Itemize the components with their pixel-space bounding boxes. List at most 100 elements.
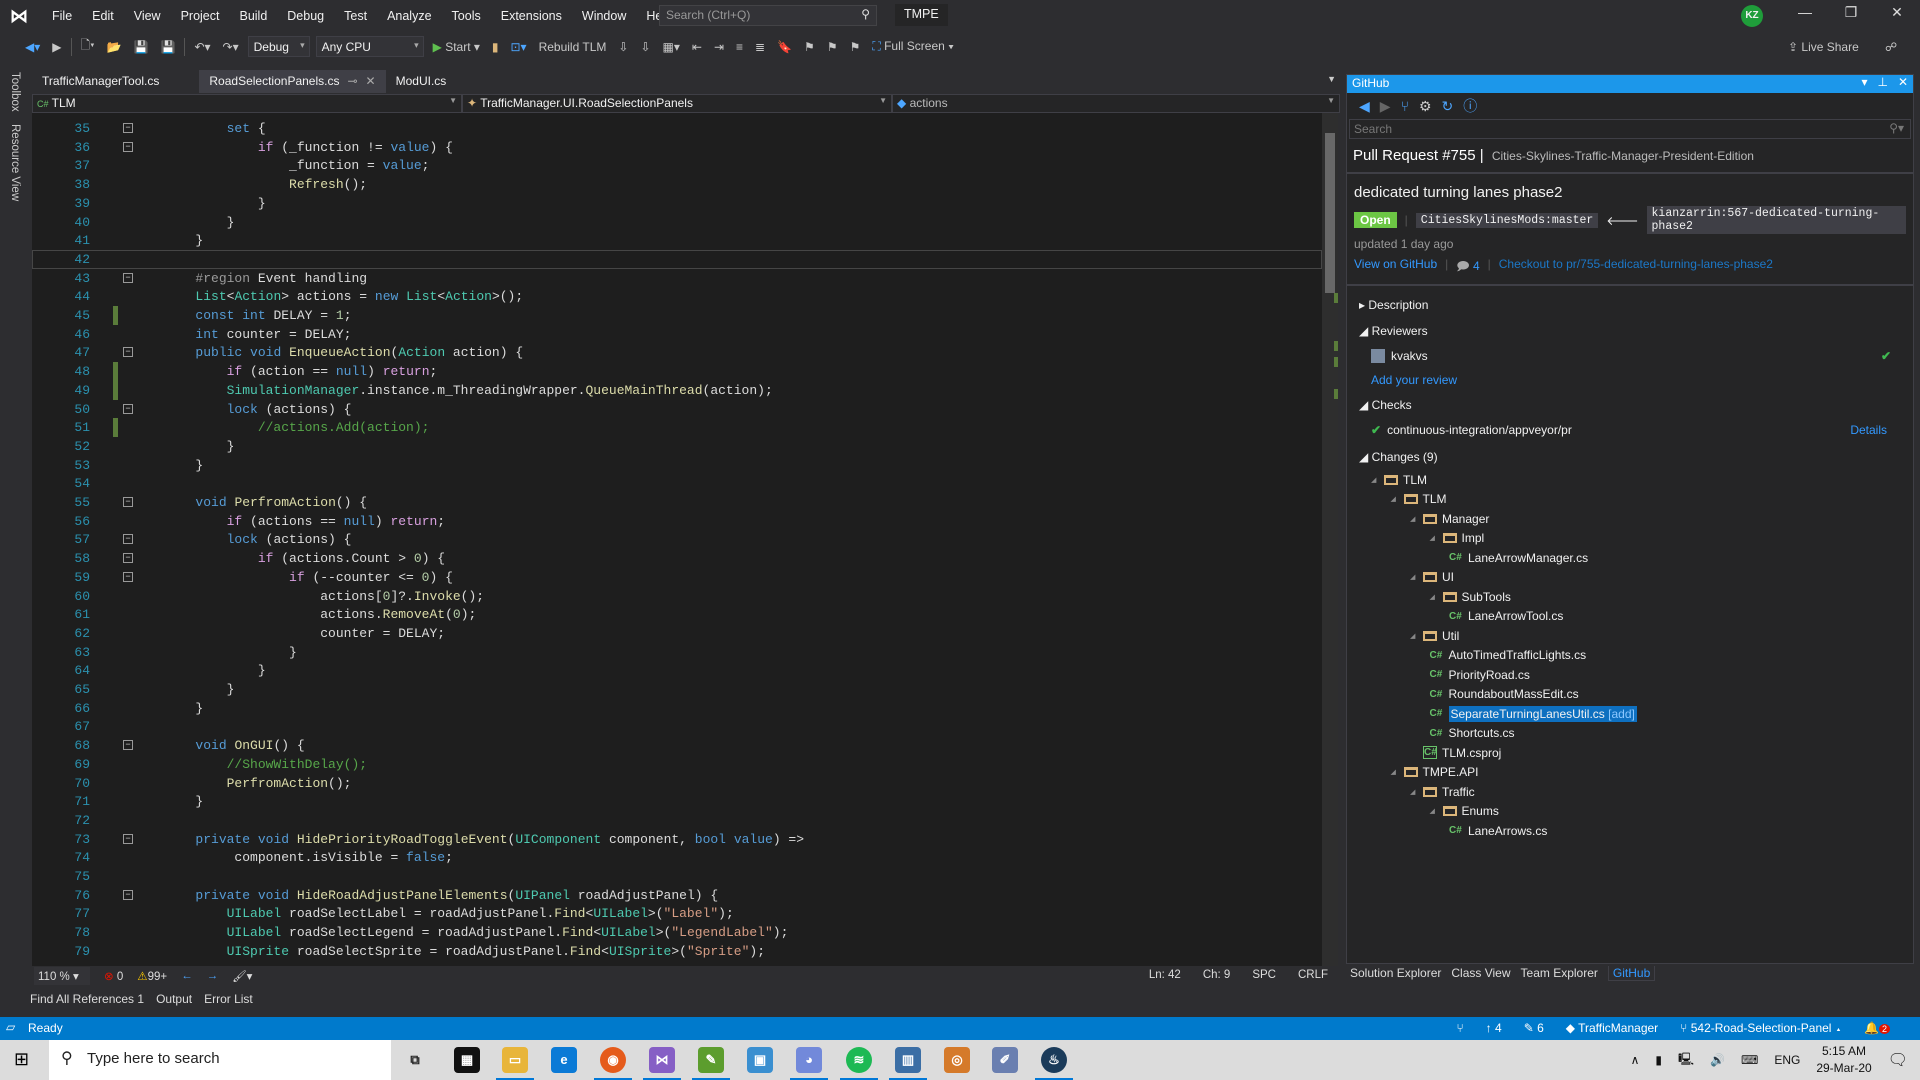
code-line[interactable]: 74 component.isVisible = false; bbox=[32, 848, 1322, 867]
code-cleanup-icon[interactable]: 🖌▾ bbox=[232, 969, 252, 983]
code-line[interactable]: 72 bbox=[32, 811, 1322, 830]
code-line[interactable]: 73 − private void HidePriorityRoadToggleE… bbox=[32, 830, 1322, 849]
keyboard-icon[interactable]: ⌨ bbox=[1741, 1053, 1758, 1067]
windows-start-icon[interactable]: ⊞ bbox=[14, 1049, 29, 1070]
menu-item[interactable]: Extensions bbox=[491, 9, 572, 23]
menu-item[interactable]: Window bbox=[572, 9, 636, 23]
code-line[interactable]: 48 if (action == null) return; bbox=[32, 362, 1322, 382]
code-line[interactable]: 53 } bbox=[32, 456, 1322, 475]
pending-changes[interactable]: ✎ 6 bbox=[1524, 1021, 1544, 1035]
tree-folder[interactable]: ◢ SubTools bbox=[1359, 587, 1901, 607]
checks-section[interactable]: ◢ Checks bbox=[1359, 398, 1901, 418]
branch-selector[interactable]: ⑂ 542-Road-Selection-Panel ▴ bbox=[1680, 1021, 1842, 1035]
tab-overflow-icon[interactable]: ▼ bbox=[1327, 74, 1336, 84]
collapse-icon[interactable]: − bbox=[123, 403, 133, 414]
code-line[interactable]: 78 UILabel roadSelectLegend = roadAdjust… bbox=[32, 923, 1322, 942]
tree-folder[interactable]: ◢ UI bbox=[1359, 568, 1901, 588]
spotify-icon[interactable]: ≋ bbox=[840, 1047, 878, 1080]
github-search-input[interactable]: Search ⚲▾ bbox=[1349, 119, 1911, 139]
panel-menu-icon[interactable]: ▾ bbox=[1861, 75, 1867, 89]
action-center-icon[interactable]: 🗨 bbox=[1888, 1050, 1908, 1070]
remote-desktop-icon[interactable]: ▣ bbox=[747, 1047, 773, 1073]
expand-icon[interactable]: ◢ bbox=[1410, 515, 1418, 523]
code-line[interactable]: 43 − #region Event handling bbox=[32, 269, 1322, 288]
collapse-icon[interactable]: − bbox=[123, 553, 133, 564]
code-line[interactable]: 41 } bbox=[32, 231, 1322, 250]
language-indicator[interactable]: ENG bbox=[1774, 1053, 1800, 1067]
code-line[interactable]: 66 } bbox=[32, 699, 1322, 718]
discord-icon[interactable]: ◕ bbox=[790, 1047, 828, 1080]
next-bookmark-icon[interactable]: ⚑ bbox=[824, 40, 841, 54]
reviewers-section[interactable]: ◢ Reviewers bbox=[1359, 324, 1901, 344]
code-line[interactable]: 75 bbox=[32, 867, 1322, 886]
tree-file[interactable]: C# LaneArrows.cs bbox=[1359, 821, 1901, 841]
errors-indicator[interactable]: ⊗ 0 bbox=[104, 969, 123, 983]
battery-icon[interactable]: ▮ bbox=[1655, 1053, 1662, 1067]
toolbox-tab[interactable]: Toolbox bbox=[9, 72, 21, 112]
code-line[interactable]: 46 int counter = DELAY; bbox=[32, 325, 1322, 344]
tree-file[interactable]: C# PriorityRoad.cs bbox=[1359, 665, 1901, 685]
code-line[interactable]: 45 const int DELAY = 1; bbox=[32, 306, 1322, 325]
collapse-icon[interactable]: − bbox=[123, 571, 133, 582]
edge-icon[interactable]: e bbox=[551, 1047, 577, 1073]
tree-folder[interactable]: ◢ TMPE.API bbox=[1359, 763, 1901, 783]
project-dropdown[interactable]: C# TLM ▼ bbox=[32, 94, 462, 113]
build-icon[interactable]: ⇩ bbox=[615, 40, 631, 54]
code-line[interactable]: 36 − if (_function != value) { bbox=[32, 138, 1322, 157]
code-line[interactable]: 63 } bbox=[32, 643, 1322, 662]
scrollbar-thumb[interactable] bbox=[1325, 133, 1335, 293]
menu-item[interactable]: Debug bbox=[277, 9, 334, 23]
collapse-icon[interactable]: − bbox=[123, 534, 133, 545]
menu-item[interactable]: Build bbox=[229, 9, 277, 23]
code-line[interactable]: 59 − if (--counter <= 0) { bbox=[32, 568, 1322, 587]
collapse-icon[interactable]: − bbox=[123, 889, 133, 900]
code-line[interactable]: 50 − lock (actions) { bbox=[32, 400, 1322, 419]
build-all-icon[interactable]: ⇩ bbox=[637, 40, 653, 54]
clock[interactable]: 5:15 AM 29-Mar-20 bbox=[1816, 1043, 1871, 1077]
code-line[interactable]: 62 counter = DELAY; bbox=[32, 624, 1322, 643]
restore-icon[interactable]: ❐ bbox=[1836, 4, 1866, 21]
unpushed-commits[interactable]: ↑ 4 bbox=[1486, 1021, 1502, 1035]
collapse-icon[interactable]: − bbox=[123, 497, 133, 507]
tree-folder[interactable]: ◢ Traffic bbox=[1359, 782, 1901, 802]
code-line[interactable]: 55 − void PerfromAction() { bbox=[32, 493, 1322, 512]
code-line[interactable]: 69 //ShowWithDelay(); bbox=[32, 755, 1322, 774]
menu-item[interactable]: Analyze bbox=[377, 9, 441, 23]
clear-bookmarks-icon[interactable]: ⚑ bbox=[847, 40, 864, 54]
pull-requests-icon[interactable]: ⑂ bbox=[1401, 98, 1409, 114]
code-editor[interactable]: 35− set {36− if (_function != value) {37… bbox=[32, 113, 1322, 966]
tab-traffic-manager-tool[interactable]: TrafficManagerTool.cs bbox=[32, 70, 169, 93]
open-icon[interactable]: 📂 bbox=[104, 40, 125, 54]
tree-folder[interactable]: ◢ Impl bbox=[1359, 529, 1901, 549]
back-icon[interactable]: ◀ bbox=[1359, 98, 1370, 115]
user-avatar[interactable]: KZ bbox=[1741, 5, 1763, 27]
start-button[interactable]: ▶ Start ▾ bbox=[430, 40, 483, 54]
code-line[interactable]: 38 Refresh(); bbox=[32, 175, 1322, 194]
paint-icon[interactable]: ✐ bbox=[992, 1047, 1018, 1073]
collapse-icon[interactable]: − bbox=[123, 740, 133, 751]
feedback-icon[interactable]: ☍ bbox=[1882, 40, 1900, 54]
tree-folder[interactable]: ◢ TLM bbox=[1359, 490, 1901, 510]
tab-mod-ui[interactable]: ModUI.cs bbox=[386, 70, 457, 93]
bookmark-icon[interactable]: 🔖 bbox=[774, 40, 795, 54]
steam-icon[interactable]: ♨ bbox=[1035, 1047, 1073, 1080]
code-line[interactable]: 58 − if (actions.Count > 0) { bbox=[32, 549, 1322, 568]
cities-skylines-icon[interactable]: ▥ bbox=[889, 1047, 927, 1080]
new-project-icon[interactable]: 🗋▾ bbox=[78, 36, 98, 57]
back-icon[interactable]: ◀▾ bbox=[22, 40, 43, 54]
code-line[interactable]: 65 } bbox=[32, 680, 1322, 699]
code-line[interactable]: 60 actions[0]?.Invoke(); bbox=[32, 587, 1322, 606]
volume-icon[interactable]: 🔊 bbox=[1710, 1053, 1725, 1067]
code-line[interactable]: 71 } bbox=[32, 792, 1322, 811]
comments-link[interactable]: 🗩 4 bbox=[1456, 257, 1479, 278]
collapse-icon[interactable]: − bbox=[123, 141, 133, 152]
code-line[interactable]: 61 actions.RemoveAt(0); bbox=[32, 605, 1322, 624]
tab-error-list[interactable]: Error List bbox=[204, 992, 253, 1006]
pull-request-icon[interactable]: ⑂ bbox=[1456, 1021, 1463, 1035]
code-line[interactable]: 79 UISprite roadSelectSprite = roadAdjus… bbox=[32, 942, 1322, 961]
code-line[interactable]: 56 if (actions == null) return; bbox=[32, 512, 1322, 531]
menu-item[interactable]: Edit bbox=[82, 9, 124, 23]
code-line[interactable]: 68 − void OnGUI() { bbox=[32, 736, 1322, 755]
code-line[interactable]: 51 //actions.Add(action); bbox=[32, 418, 1322, 438]
forward-icon[interactable]: ▶ bbox=[49, 40, 64, 54]
